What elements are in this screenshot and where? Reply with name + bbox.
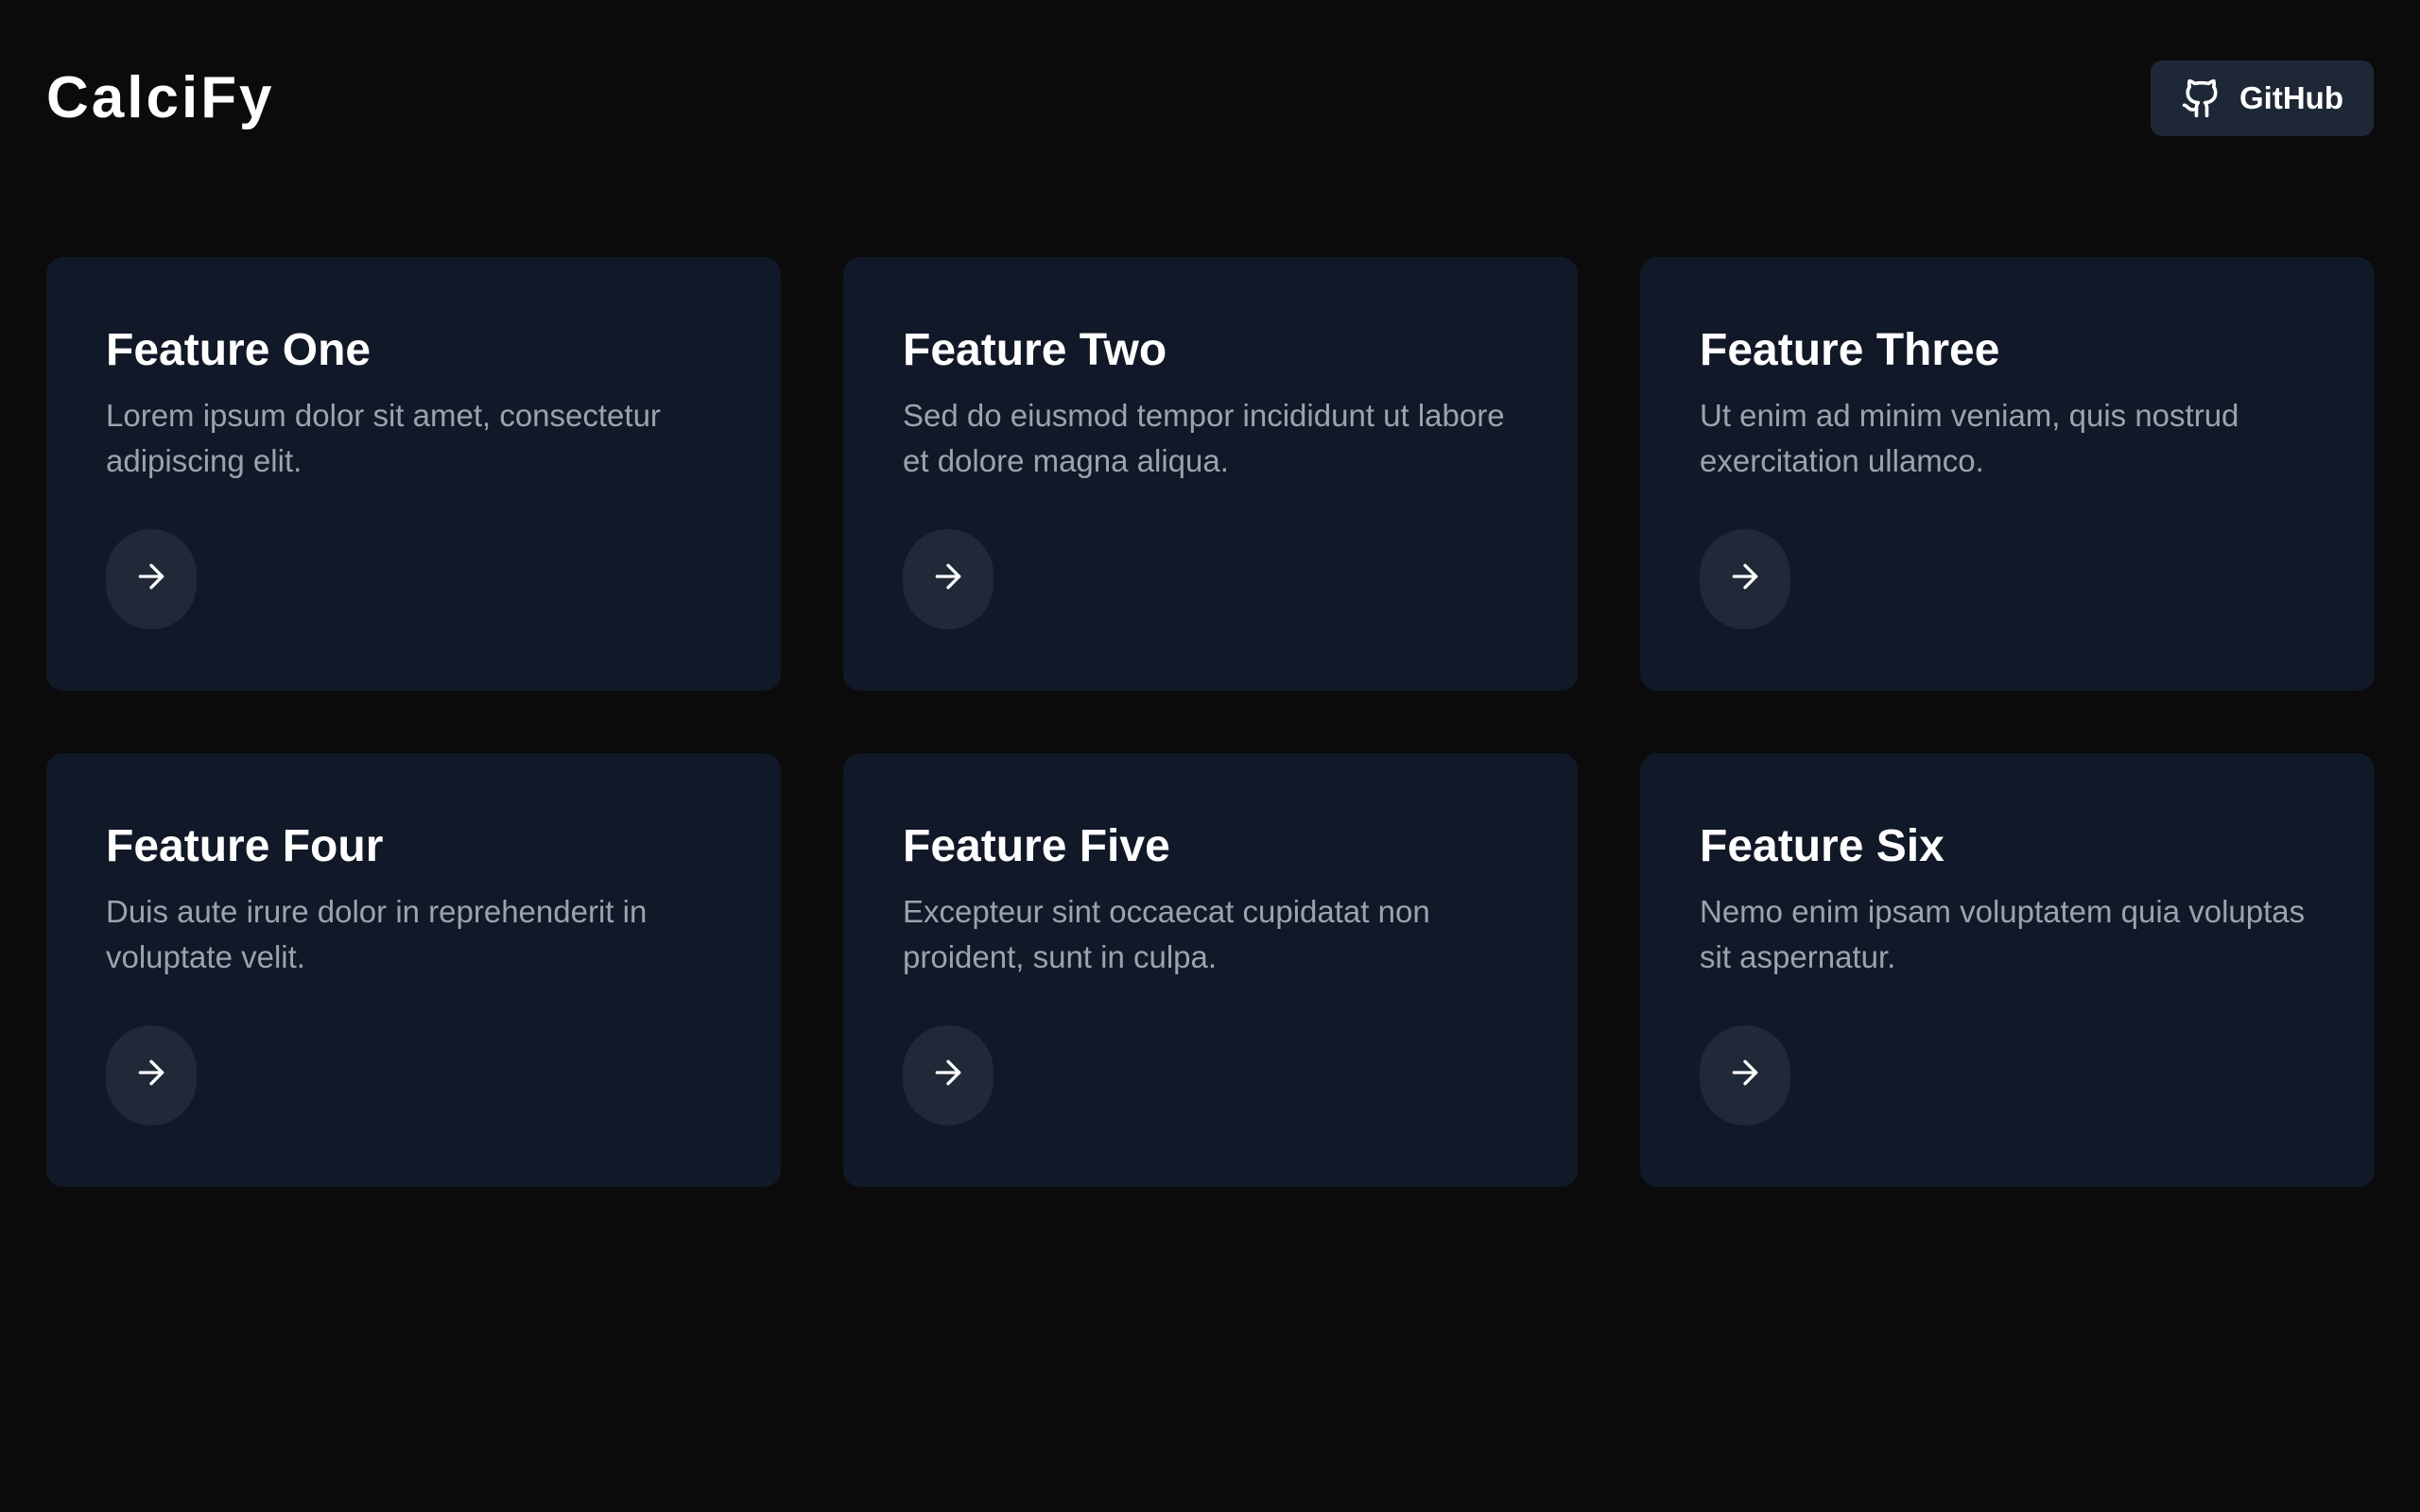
feature-open-button[interactable] (106, 1024, 197, 1125)
feature-description: Lorem ipsum dolor sit amet, consectetur … (106, 397, 661, 478)
arrow-right-icon (138, 563, 164, 589)
github-icon (2181, 77, 2222, 120)
feature-open-button[interactable] (106, 528, 197, 629)
brand-logo-text[interactable]: CalciFy (46, 69, 275, 128)
feature-open-button[interactable] (1700, 528, 1790, 629)
arrow-right-icon (1732, 1059, 1758, 1085)
feature-card: Feature Two Sed do eiusmod tempor incidi… (843, 257, 1578, 691)
arrow-right-icon (1732, 563, 1758, 589)
github-button[interactable]: GitHub (2151, 60, 2374, 136)
feature-card: Feature Four Duis aute irure dolor in re… (46, 753, 781, 1187)
feature-title: Feature Six (1700, 821, 1945, 871)
top-bar: CalciFy GitHub (46, 60, 2374, 136)
arrow-right-icon (935, 1059, 961, 1085)
feature-grid: Feature One Lorem ipsum dolor sit amet, … (46, 257, 2375, 1187)
feature-card: Feature Five Excepteur sint occaecat cup… (843, 753, 1578, 1187)
feature-description: Excepteur sint occaecat cupidatat non pr… (903, 893, 1430, 974)
github-button-label: GitHub (2239, 80, 2343, 115)
feature-card: Feature One Lorem ipsum dolor sit amet, … (46, 257, 781, 691)
page: CalciFy GitHub Feature One Lorem ipsum d… (0, 0, 2420, 1512)
feature-title: Feature Two (903, 325, 1167, 375)
feature-open-button[interactable] (903, 1024, 994, 1125)
arrow-right-icon (935, 563, 961, 589)
feature-card: Feature Three Ut enim ad minim veniam, q… (1640, 257, 2375, 691)
feature-title: Feature Four (106, 821, 384, 871)
feature-description: Ut enim ad minim veniam, quis nostrud ex… (1700, 397, 2239, 478)
feature-description: Duis aute irure dolor in reprehenderit i… (106, 893, 648, 974)
feature-open-button[interactable] (903, 528, 994, 629)
feature-title: Feature One (106, 325, 372, 375)
feature-title: Feature Three (1700, 325, 2000, 375)
arrow-right-icon (138, 1059, 164, 1085)
feature-description: Sed do eiusmod tempor incididunt ut labo… (903, 397, 1505, 478)
feature-open-button[interactable] (1700, 1024, 1790, 1125)
feature-card: Feature Six Nemo enim ipsam voluptatem q… (1640, 753, 2375, 1187)
feature-description: Nemo enim ipsam voluptatem quia voluptas… (1700, 893, 2306, 974)
feature-title: Feature Five (903, 821, 1170, 871)
